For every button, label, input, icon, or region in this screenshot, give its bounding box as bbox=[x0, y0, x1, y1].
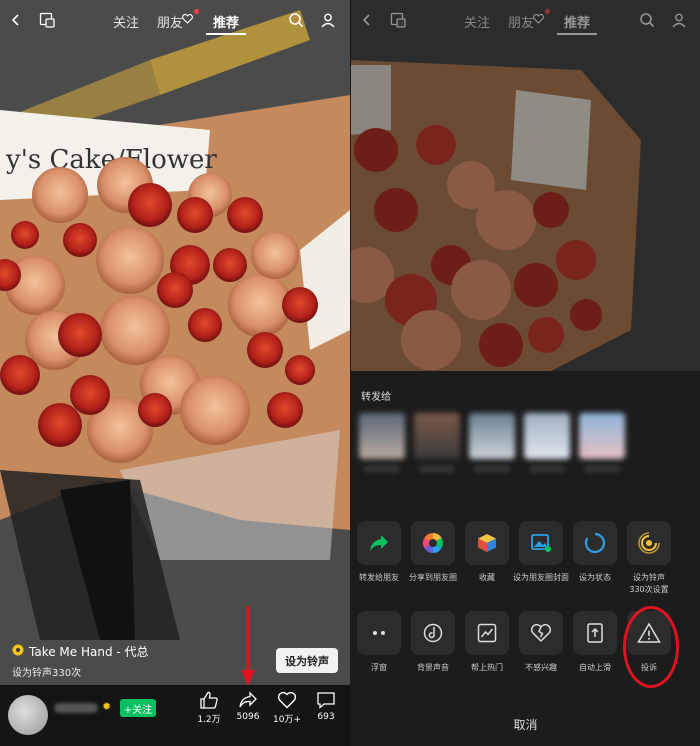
back-chevron-icon[interactable] bbox=[6, 10, 26, 30]
auto-scroll-option[interactable]: 自动上滑 bbox=[567, 611, 623, 674]
contact-name-blurred bbox=[584, 465, 620, 473]
float-window-option[interactable]: 浮窗 bbox=[351, 611, 407, 674]
forward-to-friend-option[interactable]: 转发给朋友 bbox=[351, 521, 407, 584]
option-label-main: 设为铃声 bbox=[633, 573, 665, 582]
ringtone-icon bbox=[627, 521, 671, 565]
bottom-action-bar: ✹ +关注 1.2万 5096 10万+ 693 bbox=[0, 685, 350, 746]
thumbs-up-icon bbox=[200, 691, 218, 709]
share-sheet-panel: 关注 朋友 推荐 转发给 转发给朋友 分享到朋友圈 收藏 设为朋友圈封面 设为状… bbox=[351, 0, 700, 746]
option-label: 转发给朋友 bbox=[359, 573, 399, 582]
heart-icon bbox=[277, 691, 297, 709]
comment-count: 693 bbox=[317, 712, 335, 722]
favorite-count: 10万+ bbox=[273, 715, 301, 725]
share-sheet: 转发给 转发给朋友 分享到朋友圈 收藏 设为朋友圈封面 设为状态 设为铃声 33… bbox=[351, 371, 700, 746]
collect-option[interactable]: 收藏 bbox=[459, 521, 515, 584]
trending-icon bbox=[465, 611, 509, 655]
float-window-icon bbox=[357, 611, 401, 655]
tab-friends: 朋友 bbox=[508, 16, 535, 31]
flower-bouquet-image: y's Cake/Flower bbox=[0, 0, 350, 746]
heart-outline-icon bbox=[181, 12, 193, 26]
contact-name-blurred bbox=[364, 465, 400, 473]
contact-name-blurred bbox=[419, 465, 455, 473]
option-label: 设为朋友圈封面 bbox=[513, 573, 569, 582]
music-info[interactable]: Take Me Hand - 代总 bbox=[12, 643, 149, 660]
not-interested-option[interactable]: 不感兴趣 bbox=[513, 611, 569, 674]
notification-dot bbox=[545, 9, 550, 14]
share-arrow-icon bbox=[239, 691, 257, 708]
dimmed-flower-image bbox=[351, 0, 700, 371]
like-count: 1.2万 bbox=[197, 715, 221, 725]
active-tab-indicator bbox=[557, 33, 597, 35]
red-arrow-annotation bbox=[241, 606, 255, 686]
comment-button[interactable]: 693 bbox=[309, 691, 343, 722]
comment-icon bbox=[317, 692, 335, 709]
favorite-box-icon bbox=[465, 521, 509, 565]
background-sound-icon bbox=[411, 611, 455, 655]
sun-badge-icon: ✹ bbox=[102, 700, 112, 713]
forward-icon bbox=[357, 521, 401, 565]
set-ringtone-button[interactable]: 设为铃声 bbox=[276, 648, 338, 673]
option-label: 背景声音 bbox=[417, 663, 449, 672]
top-nav-dimmed: 关注 朋友 推荐 bbox=[351, 0, 700, 40]
boost-trending-option[interactable]: 帮上热门 bbox=[459, 611, 515, 674]
option-label: 收藏 bbox=[479, 573, 495, 582]
follow-button[interactable]: +关注 bbox=[120, 699, 156, 717]
option-label: 自动上滑 bbox=[579, 663, 611, 672]
heart-outline-icon bbox=[532, 12, 544, 26]
active-tab-indicator bbox=[206, 33, 246, 35]
option-label: 分享到朋友圈 bbox=[409, 573, 457, 582]
moments-icon bbox=[411, 521, 455, 565]
cancel-button[interactable]: 取消 bbox=[351, 716, 700, 733]
profile-icon bbox=[669, 10, 689, 30]
tab-friends[interactable]: 朋友 bbox=[157, 12, 183, 31]
back-chevron-icon bbox=[357, 10, 377, 30]
search-icon bbox=[637, 10, 657, 30]
auto-scroll-icon bbox=[573, 611, 617, 655]
option-label: 帮上热门 bbox=[471, 663, 503, 672]
recent-contact-avatar[interactable] bbox=[469, 413, 515, 459]
share-to-moments-option[interactable]: 分享到朋友圈 bbox=[405, 521, 461, 584]
recent-contact-avatar[interactable] bbox=[579, 413, 625, 459]
red-circle-annotation bbox=[623, 606, 679, 688]
top-nav: 关注 朋友 推荐 bbox=[0, 0, 350, 40]
video-frame[interactable]: y's Cake/Flower bbox=[0, 0, 350, 746]
option-label: 浮窗 bbox=[371, 663, 387, 672]
tab-following: 关注 bbox=[464, 16, 491, 31]
notification-dot bbox=[194, 9, 199, 14]
recent-contact-avatar[interactable] bbox=[414, 413, 460, 459]
ringtone-count: 设为铃声330次 bbox=[12, 668, 82, 679]
author-name-blurred[interactable] bbox=[54, 703, 98, 713]
author-avatar[interactable] bbox=[8, 695, 48, 735]
video-feed-panel: y's Cake/Flower 关注 朋友 推荐 Take Me Hand - … bbox=[0, 0, 350, 746]
favorite-button[interactable]: 10万+ bbox=[270, 691, 304, 725]
share-count: 5096 bbox=[236, 712, 260, 722]
floating-window-icon[interactable] bbox=[37, 10, 57, 30]
background-sound-option[interactable]: 背景声音 bbox=[405, 611, 461, 674]
profile-icon[interactable] bbox=[318, 10, 338, 30]
tab-recommended: 推荐 bbox=[564, 16, 591, 31]
recent-contact-avatar[interactable] bbox=[359, 413, 405, 459]
share-sheet-title: 转发给 bbox=[361, 392, 391, 403]
music-disc-icon bbox=[12, 644, 24, 659]
contact-name-blurred bbox=[529, 465, 565, 473]
share-button[interactable]: 5096 bbox=[231, 691, 265, 722]
floating-window-icon bbox=[388, 10, 408, 30]
option-label: 不感兴趣 bbox=[525, 663, 557, 672]
option-label: 设为状态 bbox=[579, 573, 611, 582]
tab-following[interactable]: 关注 bbox=[113, 12, 139, 31]
set-moments-cover-option[interactable]: 设为朋友圈封面 bbox=[513, 521, 569, 584]
cover-icon bbox=[519, 521, 563, 565]
like-button[interactable]: 1.2万 bbox=[192, 691, 226, 725]
broken-heart-icon bbox=[519, 611, 563, 655]
set-status-option[interactable]: 设为状态 bbox=[567, 521, 623, 584]
tab-recommended[interactable]: 推荐 bbox=[213, 12, 239, 31]
contact-name-blurred bbox=[474, 465, 510, 473]
status-icon bbox=[573, 521, 617, 565]
set-ringtone-option[interactable]: 设为铃声 330次设置 bbox=[621, 521, 677, 596]
option-label: 设为铃声 330次设置 bbox=[621, 572, 677, 596]
search-icon[interactable] bbox=[286, 10, 306, 30]
option-label-sub: 330次设置 bbox=[629, 585, 669, 594]
music-title: Take Me Hand - 代总 bbox=[29, 645, 149, 659]
recent-contact-avatar[interactable] bbox=[524, 413, 570, 459]
